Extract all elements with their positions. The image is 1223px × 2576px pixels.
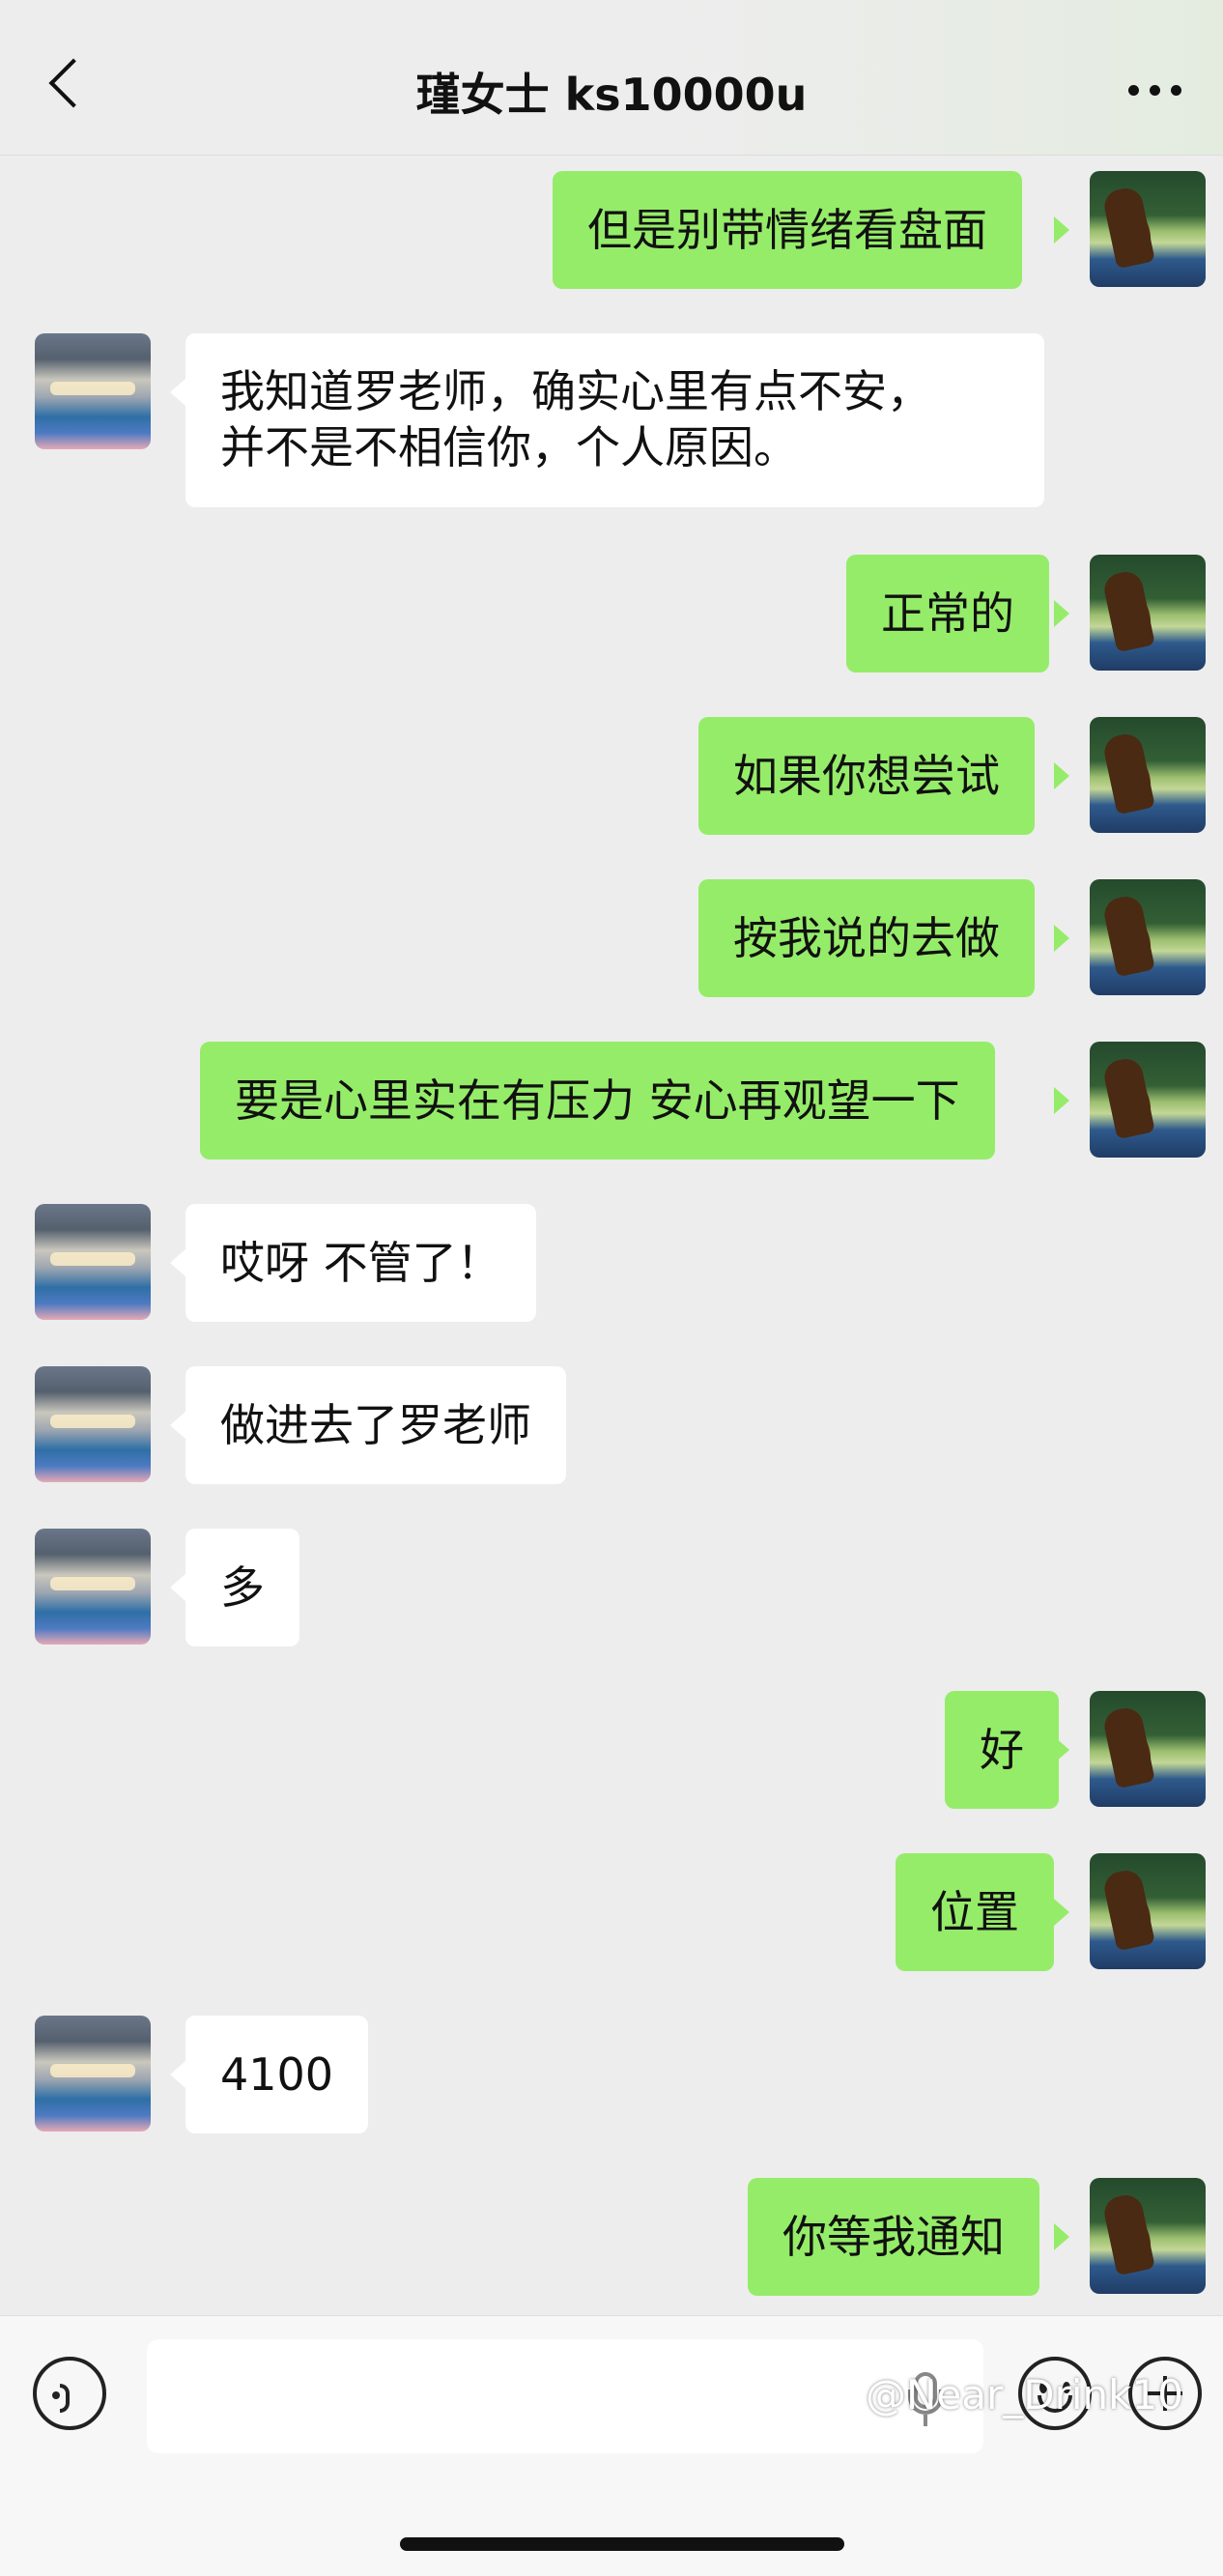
avatar-me[interactable] — [1090, 1853, 1206, 1969]
bubble-tail — [1054, 1899, 1069, 1926]
bubble-tail — [1054, 216, 1069, 243]
voice-input-icon[interactable] — [33, 2357, 106, 2430]
avatar-me[interactable] — [1090, 1042, 1206, 1158]
avatar-me[interactable] — [1090, 171, 1206, 287]
bubble-tail — [170, 2061, 185, 2088]
bubble-tail — [1054, 925, 1069, 952]
message-text: 4100 — [220, 2048, 334, 2101]
message-bubble[interactable]: 我知道罗老师，确实心里有点不安， 并不是不相信你，个人原因。 — [185, 333, 1044, 507]
avatar-me[interactable] — [1090, 1691, 1206, 1807]
message-text: 做进去了罗老师 — [220, 1399, 531, 1451]
avatar-me[interactable] — [1090, 555, 1206, 671]
message-bubble[interactable]: 多 — [185, 1529, 299, 1646]
message-bubble[interactable]: 4100 — [185, 2016, 369, 2133]
message-text: 要是心里实在有压力 安心再观望一下 — [235, 1074, 960, 1127]
avatar-contact[interactable] — [35, 1529, 151, 1645]
message-bubble[interactable]: 好 — [945, 1691, 1059, 1809]
avatar-contact[interactable] — [35, 2016, 151, 2132]
message-text: 哎呀 不管了！ — [220, 1237, 501, 1289]
message-text: 位置 — [930, 1886, 1019, 1938]
message-text: 正常的 — [881, 587, 1014, 640]
avatar-contact[interactable] — [35, 1366, 151, 1482]
avatar-me[interactable] — [1090, 2178, 1206, 2294]
message-bubble[interactable]: 正常的 — [846, 555, 1049, 673]
message-bubble[interactable]: 但是别带情绪看盘面 — [553, 171, 1022, 289]
bubble-tail — [1054, 1736, 1069, 1763]
bubble-tail — [170, 1574, 185, 1601]
bubble-tail — [170, 1249, 185, 1276]
bubble-tail — [1054, 762, 1069, 789]
message-bubble[interactable]: 哎呀 不管了！ — [185, 1204, 536, 1322]
avatar-me[interactable] — [1090, 717, 1206, 833]
bubble-tail — [1054, 2223, 1069, 2250]
message-bubble[interactable]: 位置 — [896, 1853, 1054, 1971]
message-text: 但是别带情绪看盘面 — [587, 204, 987, 256]
message-text: 多 — [220, 1561, 265, 1614]
message-text: 按我说的去做 — [733, 912, 1000, 964]
home-indicator[interactable] — [400, 2537, 844, 2551]
bubble-tail — [170, 379, 185, 406]
avatar-me[interactable] — [1090, 879, 1206, 995]
message-text: 如果你想尝试 — [733, 750, 1000, 802]
avatar-contact[interactable] — [35, 1204, 151, 1320]
message-text: 好 — [980, 1724, 1024, 1776]
chat-title[interactable]: 瑾女士 ks10000u — [0, 60, 1223, 124]
message-text-line: 并不是不相信你，个人原因。 — [220, 421, 798, 473]
bubble-tail — [170, 1412, 185, 1439]
message-bubble[interactable]: 按我说的去做 — [698, 879, 1035, 997]
bubble-tail — [1054, 600, 1069, 627]
message-text: 你等我通知 — [782, 2211, 1005, 2263]
message-bubble[interactable]: 如果你想尝试 — [698, 717, 1035, 835]
message-bubble[interactable]: 要是心里实在有压力 安心再观望一下 — [200, 1042, 995, 1159]
message-input[interactable] — [147, 2339, 983, 2453]
message-text-line: 我知道罗老师，确实心里有点不安， — [220, 365, 931, 417]
more-dots-icon[interactable] — [1128, 85, 1181, 96]
message-bubble[interactable]: 你等我通知 — [748, 2178, 1039, 2296]
bubble-tail — [1054, 1087, 1069, 1114]
chat-header: 瑾女士 ks10000u — [0, 0, 1223, 156]
avatar-contact[interactable] — [35, 333, 151, 449]
message-bubble[interactable]: 做进去了罗老师 — [185, 1366, 566, 1484]
watermark: @Near_Drink10 — [866, 2371, 1183, 2419]
